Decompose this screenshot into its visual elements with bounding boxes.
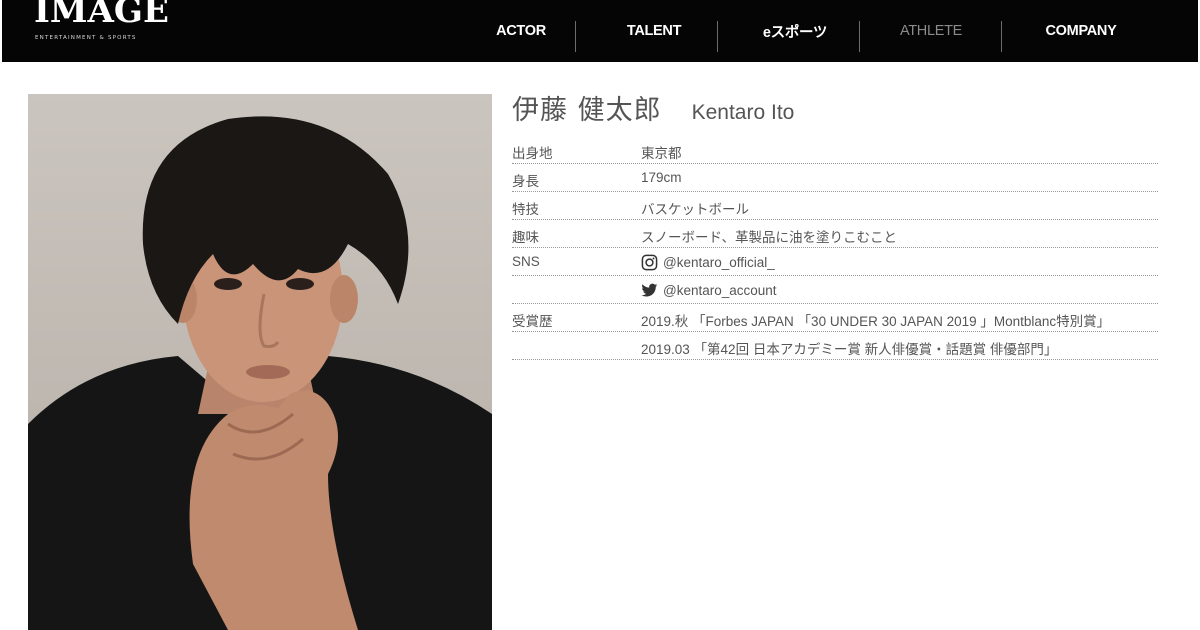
instagram-icon: [641, 254, 658, 271]
main-nav: ACTOR TALENT eスポーツ ATHLETE COMPANY: [450, 0, 1162, 62]
nav-item-esports[interactable]: eスポーツ: [724, 0, 866, 62]
table-row: @kentaro_account: [512, 276, 1158, 304]
instagram-handle: @kentaro_official_: [663, 255, 775, 270]
twitter-link[interactable]: @kentaro_account: [641, 282, 777, 299]
row-label: SNS: [512, 254, 540, 269]
table-row: 趣味 スノーボード、革製品に油を塗りこむこと: [512, 220, 1158, 248]
table-row: 出身地 東京都: [512, 136, 1158, 164]
row-label: 受賞歴: [512, 314, 553, 329]
logo-tagline: ENTERTAINMENT & SPORTS: [35, 35, 137, 41]
table-row: 特技 バスケットボール: [512, 192, 1158, 220]
row-label: 出身地: [512, 146, 553, 161]
nav-item-talent[interactable]: TALENT: [583, 0, 725, 62]
row-value-text: 2019.03 「第42回 日本アカデミー賞 新人俳優賞・話題賞 俳優部門」: [641, 342, 1058, 357]
row-value-text: 2019.秋 「Forbes JAPAN 「30 UNDER 30 JAPAN …: [641, 314, 1111, 329]
portrait-illustration: [28, 116, 492, 630]
table-row: 受賞歴 2019.秋 「Forbes JAPAN 「30 UNDER 30 JA…: [512, 304, 1158, 332]
twitter-icon: [641, 283, 658, 297]
instagram-link[interactable]: @kentaro_official_: [641, 254, 775, 271]
row-value: バスケットボール: [641, 198, 749, 218]
nav-item-company[interactable]: COMPANY: [1010, 0, 1152, 62]
row-value: 179cm: [641, 170, 682, 185]
logo-wordmark: IMAGE: [34, 0, 169, 31]
profile-table: 出身地 東京都 身長 179cm 特技 バスケットボール 趣味 スノーボード、革…: [512, 136, 1158, 360]
table-row: 2019.03 「第42回 日本アカデミー賞 新人俳優賞・話題賞 俳優部門」: [512, 332, 1158, 360]
nav-divider: [1001, 21, 1002, 52]
row-label: 身長: [512, 174, 539, 189]
site-header: IMAGE ENTERTAINMENT & SPORTS ACTOR TALEN…: [2, 0, 1198, 62]
table-row: 身長 179cm: [512, 164, 1158, 192]
row-value: 2019.秋 「Forbes JAPAN 「30 UNDER 30 JAPAN …: [641, 310, 1110, 330]
nav-item-actor[interactable]: ACTOR: [450, 0, 592, 62]
row-value: 東京都: [641, 142, 682, 162]
row-value-text: バスケットボール: [641, 202, 749, 217]
profile-info: 伊藤 健太郎 Kentaro Ito 出身地 東京都 身長 179cm 特技 バ…: [512, 88, 1158, 360]
row-value-text: スノーボード、革製品に油を塗りこむこと: [641, 230, 897, 245]
site-logo[interactable]: IMAGE ENTERTAINMENT & SPORTS: [34, 0, 179, 46]
nav-item-athlete[interactable]: ATHLETE: [860, 0, 1002, 62]
profile-photo: [28, 94, 492, 630]
row-value: 2019.03 「第42回 日本アカデミー賞 新人俳優賞・話題賞 俳優部門」: [641, 338, 1057, 358]
row-value-text: 東京都: [641, 146, 682, 161]
row-label: 特技: [512, 202, 539, 217]
name-japanese: 伊藤 健太郎: [512, 95, 662, 126]
profile-name: 伊藤 健太郎 Kentaro Ito: [512, 88, 1158, 134]
row-value: スノーボード、革製品に油を塗りこむこと: [641, 226, 897, 246]
row-value-text: 179cm: [641, 170, 682, 185]
name-english: Kentaro Ito: [691, 101, 795, 124]
nav-divider: [717, 21, 718, 52]
nav-divider: [575, 21, 576, 52]
table-row: SNS @kentaro_official_: [512, 248, 1158, 276]
row-label: 趣味: [512, 230, 539, 245]
twitter-handle: @kentaro_account: [663, 283, 777, 298]
